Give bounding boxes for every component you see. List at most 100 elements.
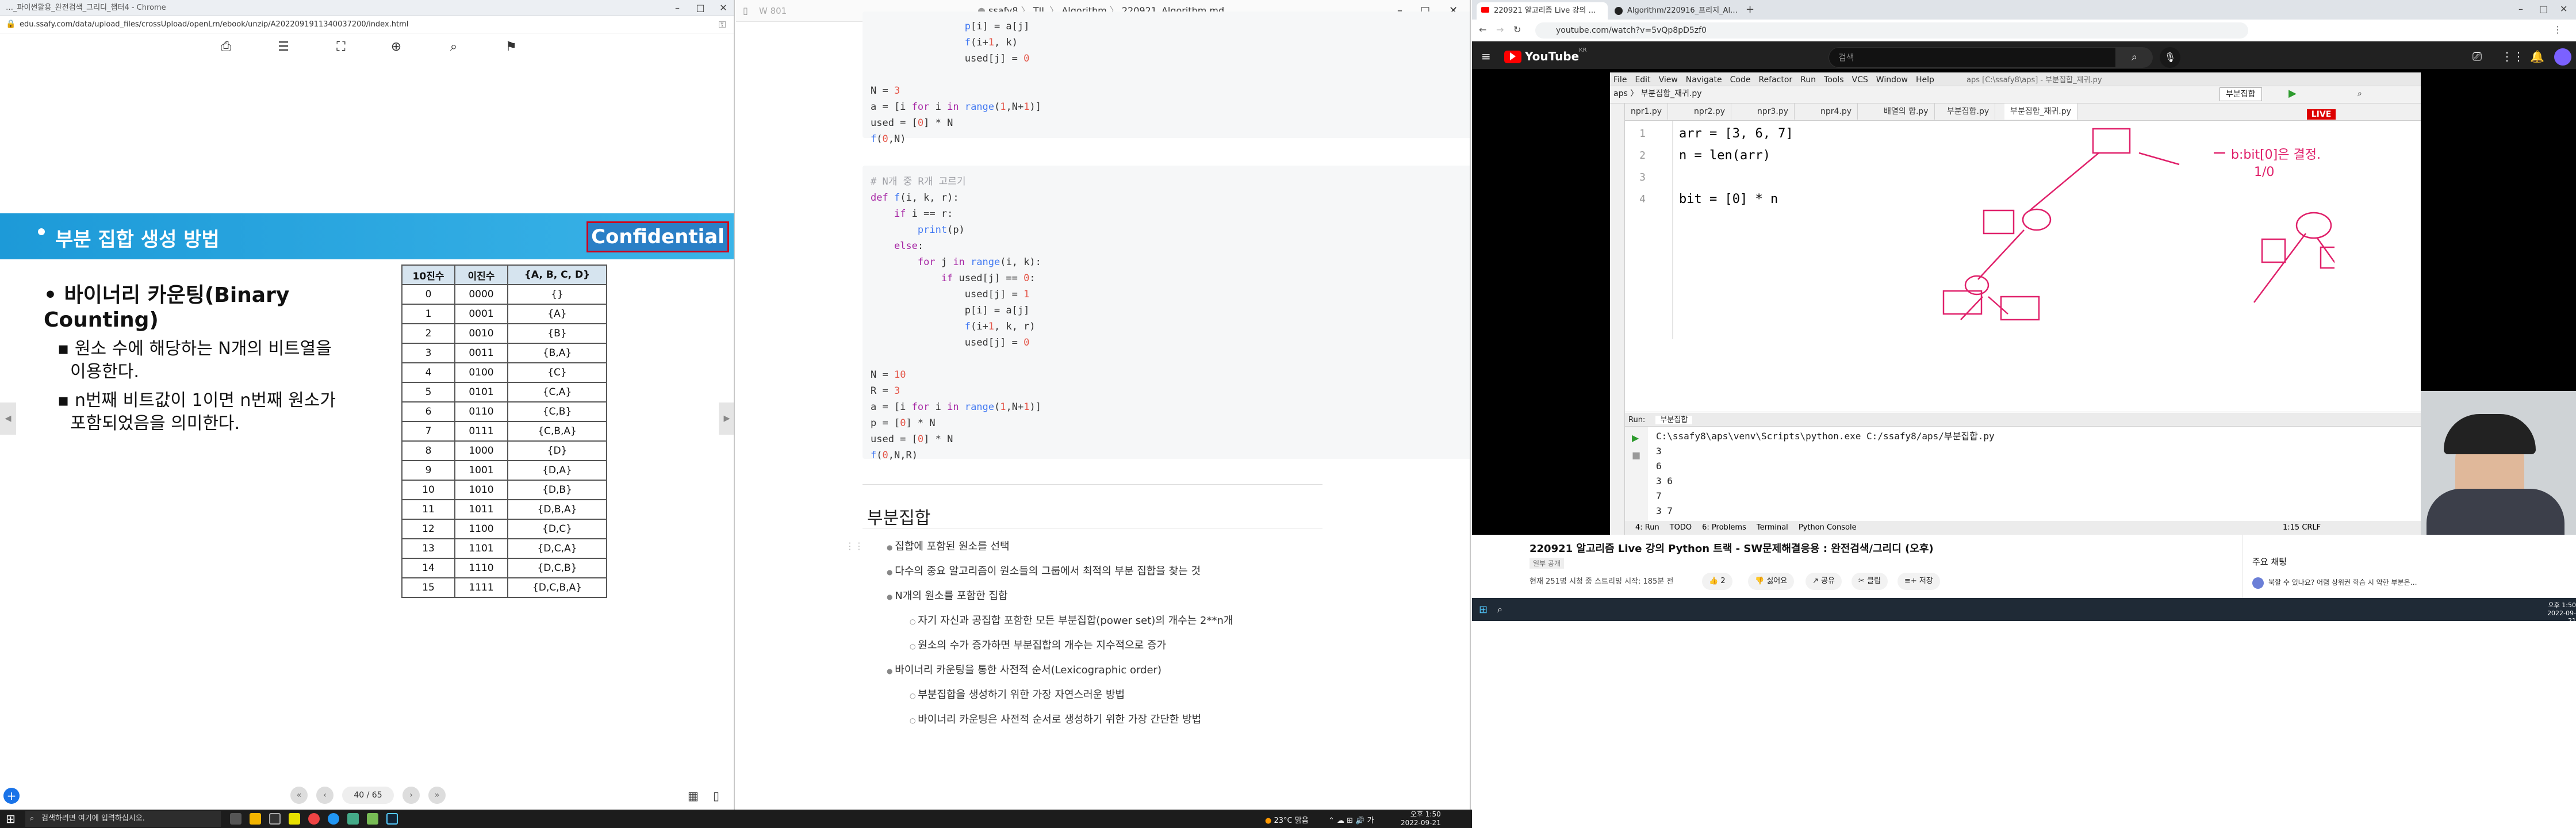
ide-file-tab[interactable]: npr3.py [1751, 103, 1795, 120]
list-item[interactable]: ● 집합에 포함된 원소를 선택 [887, 535, 1233, 559]
rerun-icon[interactable]: ▶ [1632, 432, 1639, 443]
list-item[interactable]: ○ 원소의 수가 증가하면 부분집합의 개수는 지수적으로 증가 [887, 634, 1233, 658]
key-icon[interactable]: ⚿ [719, 19, 726, 30]
code-block-1[interactable]: p[i] = a[j] f(i+1, k) used[j] = 0 N = 3 … [862, 12, 1470, 145]
search-icon[interactable]: ⌕ [445, 39, 462, 55]
ide-file-tab[interactable]: 부분집합.py [1941, 103, 1996, 120]
forward-icon[interactable]: → [1496, 24, 1504, 35]
save-button[interactable]: ≡+ 저장 [1897, 573, 1940, 590]
ide-file-tab[interactable]: npr2.py [1688, 103, 1732, 120]
youtube-logo-text[interactable]: YouTube [1525, 49, 1579, 63]
list-item[interactable]: ● 바이너리 카운팅을 통한 사전적 순서(Lexicographic orde… [887, 658, 1233, 683]
add-button[interactable]: + [3, 788, 20, 804]
ide-bottom-tab[interactable]: 4: Run [1635, 523, 1659, 532]
first-page-button[interactable]: « [290, 787, 308, 804]
ide-menu-item[interactable]: Navigate [1686, 75, 1722, 85]
list-item[interactable]: ● N개의 원소를 포함한 집합 [887, 584, 1233, 609]
share-button[interactable]: ↗ 공유 [1805, 573, 1842, 590]
tab-github[interactable]: Algorithm/220916_프리지_Al… [1610, 2, 1742, 20]
tab-youtube[interactable]: 220921 알고리즘 Live 강의 … [1477, 2, 1608, 20]
prev-page-button[interactable]: ‹ [316, 787, 334, 804]
notifications-icon[interactable]: 🔔 [2530, 49, 2544, 63]
pycharm-icon[interactable] [386, 813, 398, 825]
chat-mode-select[interactable]: 주요 채팅 [2252, 555, 2287, 568]
ide-menu-item[interactable]: File [1613, 75, 1627, 85]
dislike-button[interactable]: 👎 싫어요 [1748, 573, 1795, 590]
explorer-icon[interactable] [250, 813, 261, 825]
windows-start-icon[interactable]: ⊞ [1479, 604, 1488, 616]
next-page-arrow[interactable]: ▸ [719, 402, 734, 435]
zoom-in-icon[interactable]: ⊕ [388, 39, 405, 55]
video-player[interactable]: File Edit View Navigate Code Refactor Run Tools… [1472, 69, 2576, 546]
ide-menu-item[interactable]: Code [1730, 75, 1751, 85]
run-icon[interactable]: ▶ [2288, 86, 2297, 101]
grid-view-icon[interactable]: ▦ [688, 789, 699, 803]
drag-handle-icon[interactable]: ⋮⋮ [845, 540, 864, 551]
app-icon-2[interactable] [367, 813, 378, 825]
list-icon[interactable]: ☰ [275, 39, 292, 55]
task-view-icon[interactable] [230, 813, 241, 825]
list-item[interactable]: ○ 자기 자신과 공집합 포함한 모든 부분집합(power set)의 개수는… [887, 609, 1233, 634]
reload-icon[interactable]: ↻ [1513, 24, 1521, 35]
list-item[interactable]: ○ 바이너리 카운팅은 사전적 순서로 생성하기 위한 가장 간단한 방법 [887, 708, 1233, 733]
fullscreen-icon[interactable]: ⛶ [332, 39, 350, 55]
ide-file-tab[interactable]: npr1.py [1625, 103, 1669, 120]
ide-menu-item[interactable]: VCS [1852, 75, 1868, 85]
ide-file-tab[interactable]: 부분집합_재귀.py [2004, 103, 2077, 120]
ide-breadcrumb[interactable]: aps 〉 부분집합_재귀.py [1613, 89, 1702, 98]
last-page-button[interactable]: » [428, 787, 446, 804]
close-button[interactable]: ✕ [2560, 3, 2567, 14]
create-icon[interactable]: ⎚ [2472, 49, 2482, 63]
list-item[interactable]: ● 다수의 중요 알고리즘이 원소들의 그룹에서 최적의 부분 집합을 찾는 것 [887, 559, 1233, 584]
editor-code[interactable]: arr = [3, 6, 7] n = len(arr) bit = [0] *… [1679, 126, 1793, 214]
windows-start-icon[interactable]: ⊞ [6, 812, 16, 826]
ide-menu-item[interactable]: Run [1800, 75, 1816, 85]
stop-icon[interactable]: ■ [1632, 450, 1640, 461]
download-icon[interactable]: ⎙ [217, 39, 235, 55]
next-page-button[interactable]: › [402, 787, 420, 804]
taskbar-search[interactable]: ⌕ 검색하려면 여기에 입력하십시오. [25, 811, 221, 827]
sidebar-toggle-icon[interactable]: ▯ [743, 0, 748, 22]
bookmark-icon[interactable]: ⚑ [503, 39, 520, 55]
ide-file-tab[interactable]: 배열의 합.py [1878, 103, 1935, 120]
apps-icon[interactable]: ⋮⋮ [2501, 49, 2524, 63]
system-tray[interactable]: ⌃ ☁ ⊞ 🔊 가 [1328, 814, 1374, 825]
hamburger-icon[interactable]: ≡ [1481, 49, 1491, 63]
url-input[interactable]: youtube.com/watch?v=5vQp8pD5zf0 [1535, 22, 2248, 39]
prev-page-arrow[interactable]: ◂ [0, 402, 16, 435]
taskbar-clock[interactable]: 오후 1:50 2022-09-21 [1401, 810, 1441, 827]
maximize-button[interactable]: □ [689, 0, 712, 16]
back-icon[interactable]: ← [1479, 24, 1486, 35]
ide-menu-item[interactable]: View [1659, 75, 1678, 85]
minimize-button[interactable]: – [666, 0, 689, 16]
ide-bottom-tab[interactable]: Terminal [1757, 523, 1788, 532]
ide-bottom-tab[interactable]: TODO [1670, 523, 1692, 532]
page-indicator[interactable]: 40 / 65 [342, 787, 394, 804]
weather-widget[interactable]: ● 23°C 맑음 [1265, 814, 1309, 825]
run-tab[interactable]: 부분집합 [1655, 416, 1693, 424]
new-tab-icon[interactable]: + [1746, 3, 1754, 16]
search-button[interactable]: ⌕ [2116, 47, 2153, 68]
maximize-button[interactable]: □ [2539, 3, 2548, 14]
ide-menu-item[interactable]: Help [1916, 75, 1934, 85]
ide-bottom-tab[interactable]: 6: Problems [1702, 523, 1746, 532]
terminal-icon[interactable] [269, 813, 281, 825]
edge-icon[interactable] [328, 813, 339, 825]
ide-menu-item[interactable]: Refactor [1758, 75, 1792, 85]
search-icon[interactable]: ⌕ [1497, 604, 1502, 615]
app-icon[interactable] [347, 813, 359, 825]
kakaotalk-icon[interactable] [289, 813, 300, 825]
ide-file-tab[interactable]: npr4.py [1815, 103, 1858, 120]
minimize-button[interactable]: – [2518, 3, 2523, 14]
ide-menu-item[interactable]: Tools [1824, 75, 1844, 85]
search-everywhere-icon[interactable]: ⌕ [2358, 86, 2362, 101]
ide-menu-item[interactable]: Edit [1635, 75, 1650, 85]
clip-button[interactable]: ✂ 클립 [1851, 573, 1888, 590]
chrome-icon[interactable] [308, 813, 320, 825]
menu-icon[interactable]: ⋮ [2553, 24, 2562, 35]
ide-menu-item[interactable]: Window [1876, 75, 1908, 85]
ide-bottom-tab[interactable]: Python Console [1799, 523, 1857, 532]
avatar[interactable] [2554, 48, 2571, 66]
code-block-2[interactable]: # N개 중 R개 고르기 def f(i, k, r): if i == r:… [862, 166, 1470, 461]
list-item[interactable]: ○ 부분집합을 생성하기 위한 가장 자연스러운 방법 [887, 683, 1233, 708]
